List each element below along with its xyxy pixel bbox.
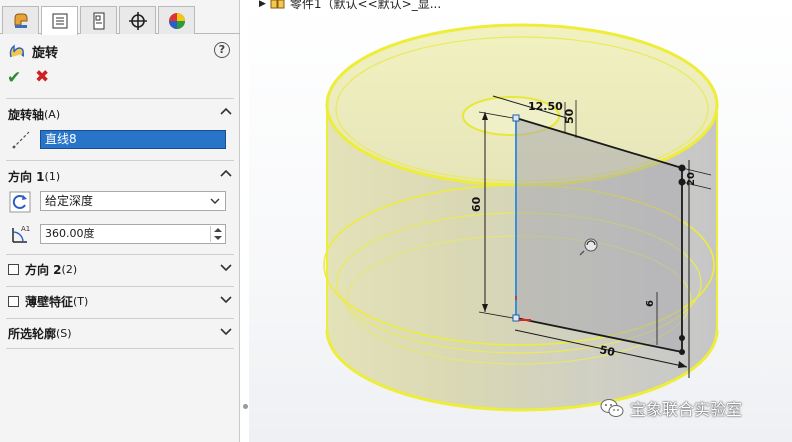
spin-up-icon[interactable] [214,228,222,232]
tab-dimxpert-manager[interactable] [119,6,156,34]
section-thin-feature-header[interactable]: 薄壁特征 (T) [8,291,234,311]
ok-button[interactable]: ✔ [7,68,21,88]
expand-arrow-icon[interactable]: ▶ [259,0,266,9]
angle-icon: A1 [12,225,30,243]
tab-feature-manager[interactable] [2,6,39,34]
divider [6,254,234,255]
divider [6,318,234,319]
section-selected-contours-label: 所选轮廓 [8,326,57,341]
sketch-point [678,164,686,172]
breadcrumb-text: 零件1（默认<<默认>_显... [289,0,442,11]
sketch-point [679,335,685,341]
axis-line-icon [12,131,30,149]
section-direction2-label: 方向 2 [25,262,62,277]
chevron-down-icon [210,198,220,204]
section-axis-label: 旋转轴 [8,107,45,122]
model-preview[interactable]: 60 12.50 50 20 6 50 [249,0,792,442]
axis-endpoint [512,314,520,322]
end-condition-value: 给定深度 [45,194,94,208]
divider [6,286,234,287]
section-thin-feature-label: 薄壁特征 [25,294,74,309]
feature-title: 旋转 [32,45,59,61]
panel-collapse-handle[interactable] [241,398,249,414]
manager-tabs [0,6,240,35]
angle-value: 360.00度 [45,227,95,240]
dimension-top[interactable]: 12.50 [528,100,563,113]
section-direction2-shortcut: (2) [61,262,78,276]
tab-display-manager[interactable] [158,6,195,34]
graphics-area[interactable]: 60 12.50 50 20 6 50 ▶ 零件1（默认<<默认>_显... [249,0,792,442]
feature-tree-breadcrumb[interactable]: ▶ 零件1（默认<<默认>_显... [259,0,441,12]
configuration-manager-icon [93,12,104,29]
end-condition-select[interactable]: 给定深度 [40,191,226,211]
tab-configuration-manager[interactable] [80,6,117,34]
section-direction1-label: 方向 1 [8,169,45,184]
section-selected-contours-header[interactable]: 所选轮廓 (S) [8,323,234,343]
chevron-up-icon[interactable] [220,168,232,180]
reverse-direction-icon[interactable] [9,191,31,213]
sketch-point [678,178,686,186]
divider [6,98,234,99]
dimension-right-top[interactable]: 50 [563,108,576,124]
tab-property-manager[interactable] [41,6,78,35]
section-direction1-header[interactable]: 方向 1 (1) [8,166,234,186]
angle-spinner[interactable] [210,226,224,242]
angle-input[interactable]: 360.00度 [40,224,226,244]
spin-down-icon[interactable] [214,236,222,240]
section-direction2-header[interactable]: 方向 2 (2) [8,259,234,279]
svg-text:A1: A1 [21,225,30,233]
direction2-checkbox[interactable] [8,263,19,275]
property-manager: 旋转 ? ✔ ✖ 旋转轴 (A) 直线8 方向 1 (1) 给定深度 A1 36… [0,0,240,442]
grip-dot-icon [242,403,248,409]
chevron-down-icon[interactable] [220,293,232,305]
feature-header: 旋转 ? [8,40,234,62]
help-icon[interactable]: ? [214,42,230,58]
axis-endpoint [512,114,520,122]
watermark: 宝象联合实验室 [600,396,742,420]
feature-manager-icon [14,13,27,28]
thin-feature-checkbox[interactable] [8,295,19,307]
cancel-button[interactable]: ✖ [35,67,49,87]
divider [6,348,234,349]
crosshair-icon [128,11,147,30]
chevron-up-icon[interactable] [220,106,232,118]
display-manager-icon [168,12,185,29]
sketch-point [679,349,685,355]
section-axis-shortcut: (A) [44,107,61,121]
watermark-text: 宝象联合实验室 [630,400,743,419]
chevron-down-icon[interactable] [220,261,232,273]
part-icon [270,0,285,8]
wechat-icon [600,399,624,417]
dimension-height[interactable]: 60 [470,196,483,212]
revolve-feature-icon [9,44,24,58]
property-manager-icon [52,13,67,29]
axis-selection-field[interactable]: 直线8 [40,130,226,149]
section-axis-header[interactable]: 旋转轴 (A) [8,104,234,124]
dimension-right-small[interactable]: 20 [686,172,697,186]
chevron-down-icon[interactable] [220,325,232,337]
section-selected-contours-shortcut: (S) [56,326,72,340]
dimension-bottom-small[interactable]: 6 [645,300,656,307]
divider [6,160,234,161]
section-thin-feature-shortcut: (T) [73,294,89,308]
section-direction1-shortcut: (1) [44,169,61,183]
